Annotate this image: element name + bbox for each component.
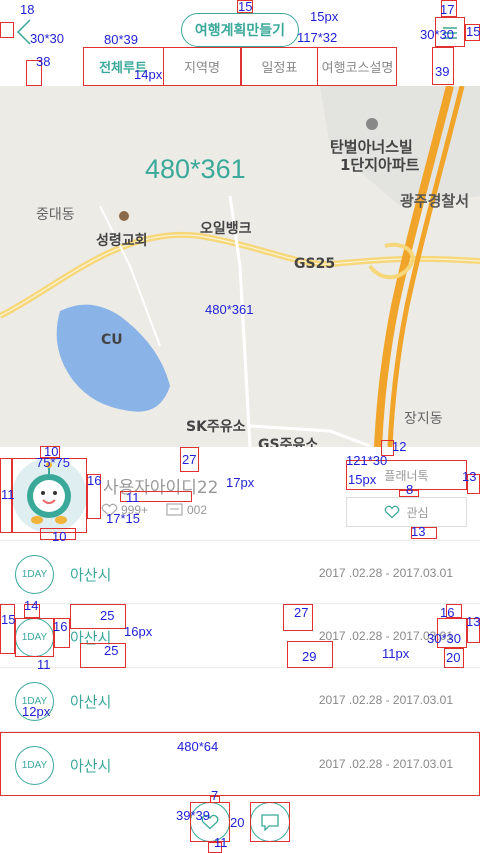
spec-label: 14 (24, 598, 39, 613)
spec-label: 480*64 (177, 739, 219, 754)
map-view[interactable]: 탄벌아너스빌 1단지아파트 광주경찰서 중대동 성령교회 오일뱅크 GS25 C… (0, 86, 480, 447)
spec-label: 17px (226, 475, 255, 490)
map-size-label: 480*361 (145, 154, 246, 184)
day-city: 아산시 (70, 566, 112, 584)
spec-label: 30*30 (30, 31, 64, 46)
spec-label: 18 (20, 2, 35, 17)
map-place-label: 성령교회 (96, 233, 148, 249)
spec-label: 17 (440, 2, 455, 17)
spec-label: 16 (440, 605, 455, 620)
day-row[interactable]: 1DAY 아산시 2017 .02.28 - 2017.03.01 (0, 540, 480, 604)
map-place-label: GS25 (294, 256, 336, 272)
spec-label: 16 (53, 619, 68, 634)
map-place-label: 오일뱅크 (200, 221, 252, 237)
map-place-label: 광주경찰서 (400, 192, 470, 210)
spec-label: 15px (348, 472, 377, 487)
spec-label: 13 (462, 469, 477, 484)
spec-box (70, 604, 126, 629)
spec-box (15, 618, 54, 657)
comments-count: 002 (187, 503, 208, 517)
spec-label: 121*30 (346, 453, 388, 468)
spec-label: 29 (302, 649, 317, 664)
spec-label: 15 (1, 612, 16, 627)
comment-icon (166, 503, 183, 518)
day-dates: 2017 .02.28 - 2017.03.01 (318, 693, 453, 707)
map-place-label: SK주유소 (186, 419, 246, 435)
spec-label: 27 (294, 605, 309, 620)
spec-label: 20 (446, 650, 461, 665)
interest-button[interactable]: 관심 (346, 497, 467, 527)
spec-label: 16 (87, 473, 102, 488)
spec-label: 8 (406, 482, 414, 497)
spec-label: 12 (392, 439, 407, 454)
map-place-label: 중대동 (36, 207, 75, 223)
spec-label: 27 (182, 452, 197, 467)
spec-label: 16px (124, 624, 153, 639)
spec-label: 20 (230, 815, 245, 830)
spec-label: 39 (435, 64, 450, 79)
heart-icon (385, 505, 400, 519)
spec-box (80, 643, 126, 668)
spec-label: 80*39 (104, 32, 138, 47)
spec-label: 25 (104, 643, 119, 658)
day-city: 아산시 (70, 693, 112, 711)
spec-label: 11 (214, 835, 228, 850)
map-size-label-small: 480*361 (205, 302, 254, 317)
day-badge: 1DAY (15, 555, 54, 594)
spec-label: 14px (134, 67, 163, 82)
spec-label: 10 (52, 529, 67, 544)
spec-label: 15 (466, 24, 480, 39)
create-plan-button[interactable]: 여행계획만들기 (181, 13, 299, 47)
interest-label: 관심 (406, 505, 429, 520)
spec-label: 12px (22, 704, 51, 719)
spec-box (0, 732, 480, 796)
spec-label: 13 (411, 524, 426, 539)
spec-label: 11 (1, 487, 15, 502)
day-dates: 2017 .02.28 - 2017.03.01 (318, 566, 453, 580)
spec-label: 25 (100, 608, 115, 623)
day-row[interactable]: 1DAY 아산시 2017 .02.28 - 2017.03.01 (0, 668, 480, 732)
spec-label: 38 (36, 54, 51, 69)
spec-label: 11px (382, 646, 410, 661)
spec-label: 11 (37, 657, 51, 672)
spec-label: 39*39 (176, 808, 210, 823)
spec-label: 117*32 (297, 30, 338, 45)
spec-label: 75*75 (36, 455, 70, 470)
spec-box (241, 47, 318, 86)
spec-label: 7 (211, 788, 219, 803)
spec-label: 15 (238, 0, 253, 14)
map-place-label: GS주유소 (258, 437, 319, 447)
spec-label: 17*15 (106, 511, 140, 526)
spec-label: 15px (310, 9, 339, 24)
spec-box (163, 47, 241, 86)
spec-label: 11 (126, 490, 140, 505)
spec-label: 30*30 (427, 631, 461, 646)
spec-label: 30*30 (420, 27, 454, 42)
map-place-label: 1단지아파트 (340, 156, 420, 174)
spec-label: 13 (466, 614, 480, 629)
map-place-label: 장지동 (404, 411, 443, 427)
spec-box (250, 802, 290, 842)
map-place-label: CU (101, 332, 123, 348)
